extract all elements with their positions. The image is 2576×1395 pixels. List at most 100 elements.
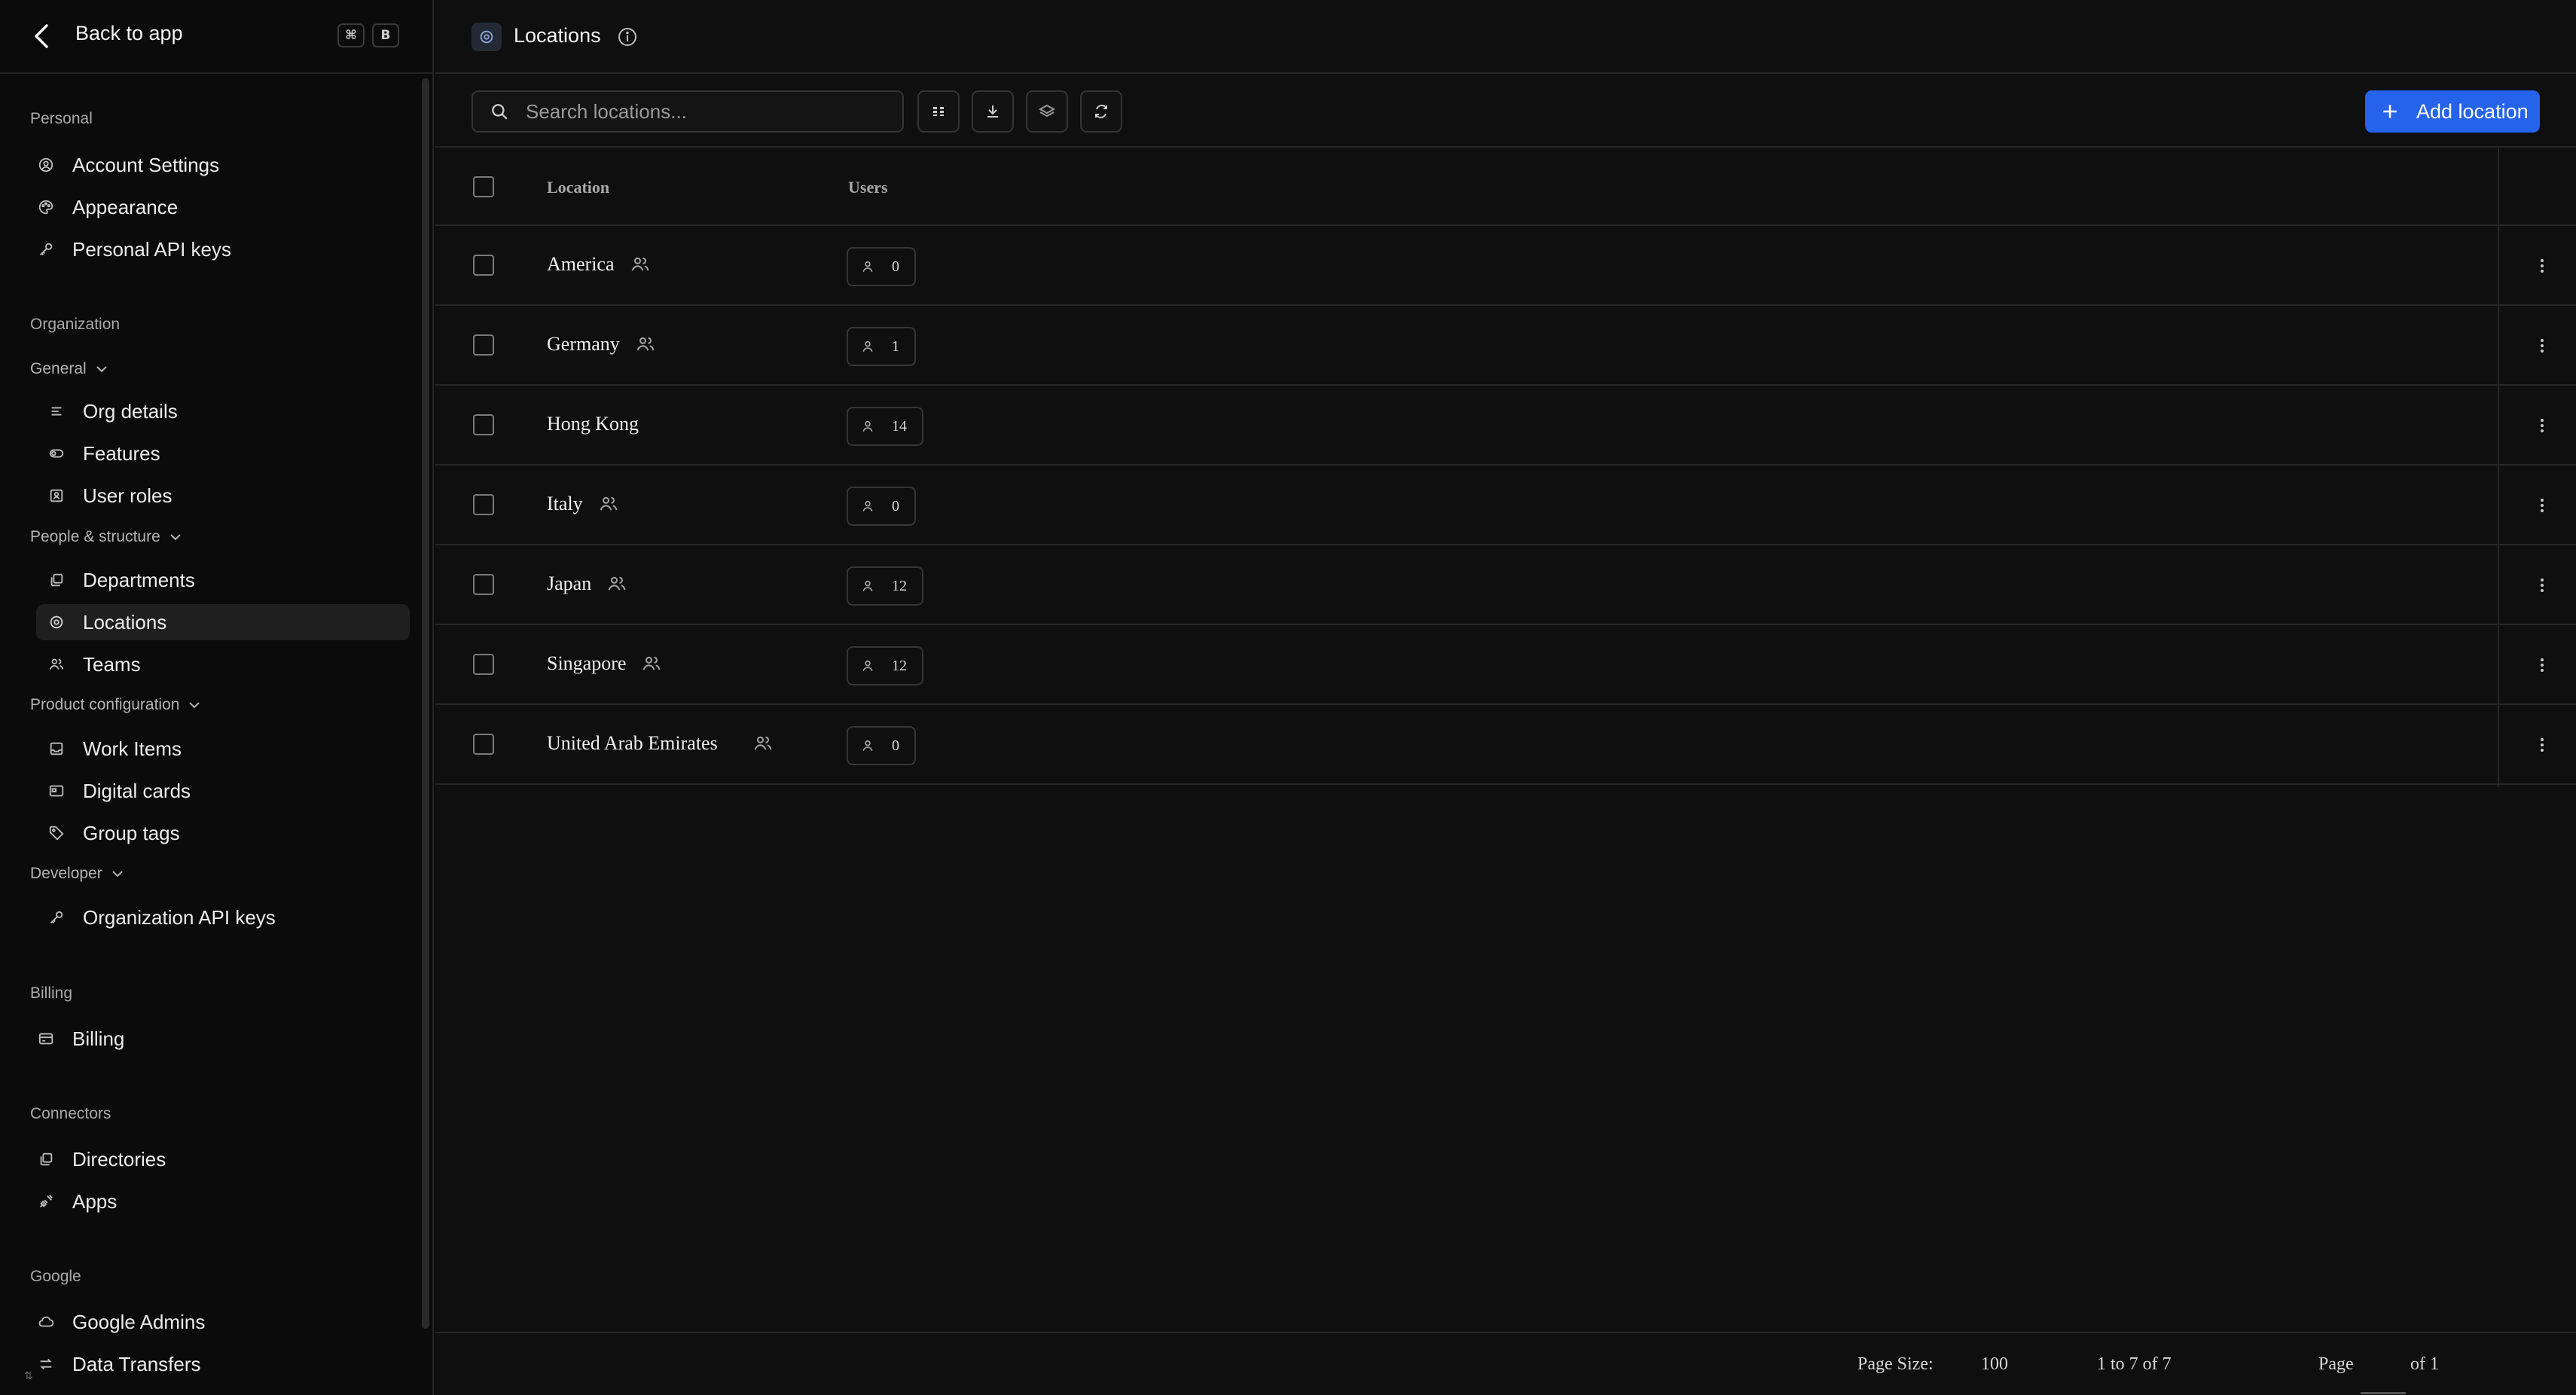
download-button[interactable]	[972, 90, 1014, 133]
row-actions-icon[interactable]	[2531, 734, 2553, 756]
user-count-badge[interactable]: 12	[847, 646, 923, 685]
sidebar-item-appearance[interactable]: Appearance	[30, 189, 407, 225]
sidebar-item-label: Locations	[83, 610, 167, 633]
group-label: People & structure	[30, 528, 160, 545]
sidebar-scrollbar[interactable]	[422, 78, 429, 1329]
group-label: General	[30, 360, 87, 377]
sidebar-item-label: User roles	[83, 484, 172, 507]
row-checkbox[interactable]	[473, 255, 494, 276]
sidebar-item-digital-cards[interactable]: Digital cards	[36, 773, 410, 809]
select-all-checkbox[interactable]	[473, 176, 494, 197]
sidebar-item-data-transfers[interactable]: Data Transfers	[30, 1346, 407, 1382]
search-input[interactable]	[526, 99, 887, 124]
row-actions-icon[interactable]	[2531, 414, 2553, 437]
user-count-badge[interactable]: 12	[847, 566, 923, 606]
sidebar-item-google-admins[interactable]: Google Admins	[30, 1304, 407, 1340]
column-header-location[interactable]: Location	[547, 178, 609, 197]
back-to-app-link[interactable]: Back to app	[75, 22, 183, 45]
user-count-badge[interactable]: 1	[847, 327, 916, 366]
columns-button[interactable]	[917, 90, 960, 133]
row-actions-icon[interactable]	[2531, 255, 2553, 277]
page-header: Locations	[435, 0, 2576, 74]
row-checkbox[interactable]	[473, 734, 494, 755]
sidebar-item-locations[interactable]: Locations	[36, 604, 410, 640]
users-icon	[608, 576, 626, 591]
row-actions-icon[interactable]	[2531, 574, 2553, 597]
users-icon	[754, 736, 772, 750]
id-badge-icon	[47, 486, 66, 505]
sidebar-item-label: Account Settings	[72, 153, 220, 176]
row-checkbox[interactable]	[473, 574, 494, 595]
row-checkbox[interactable]	[473, 334, 494, 356]
info-icon[interactable]	[616, 26, 639, 48]
row-checkbox[interactable]	[473, 414, 494, 435]
sidebar-item-departments[interactable]: Departments	[36, 562, 410, 598]
users-icon	[642, 656, 661, 670]
table-row[interactable]: Hong Kong 14	[435, 386, 2576, 466]
section-organization: Organization	[30, 316, 121, 333]
refresh-button[interactable]	[1080, 90, 1122, 133]
add-location-button[interactable]: Add location	[2365, 90, 2540, 133]
row-checkbox[interactable]	[473, 654, 494, 675]
group-general-toggle[interactable]: General	[30, 360, 109, 378]
chevron-down-icon	[170, 534, 181, 541]
location-cell: United Arab Emirates	[547, 732, 774, 755]
user-icon	[862, 500, 873, 511]
column-header-users[interactable]: Users	[848, 178, 888, 197]
user-count-badge[interactable]: 0	[847, 247, 916, 286]
location-name: Japan	[547, 572, 592, 594]
sidebar-item-work-items[interactable]: Work Items	[36, 731, 410, 767]
card-icon	[47, 781, 66, 801]
user-count-badge[interactable]: 0	[847, 487, 916, 526]
sidebar-item-group-tags[interactable]: Group tags	[36, 815, 410, 851]
table-row[interactable]: America 0	[435, 226, 2576, 306]
sidebar-item-account-settings[interactable]: Account Settings	[30, 147, 407, 183]
table-toolbar: Add location	[435, 74, 2576, 148]
group-product-toggle[interactable]: Product configuration	[30, 696, 202, 714]
download-icon	[987, 105, 998, 118]
sidebar-item-org-api-keys[interactable]: Organization API keys	[36, 899, 410, 936]
sidebar-item-label: Features	[83, 441, 160, 465]
user-icon	[862, 580, 873, 591]
page-title: Locations	[514, 24, 601, 47]
row-actions-icon[interactable]	[2531, 334, 2553, 357]
sidebar-item-directories[interactable]: Directories	[30, 1141, 407, 1177]
sidebar-item-teams[interactable]: Teams	[36, 646, 410, 682]
table-row[interactable]: Japan 12	[435, 545, 2576, 625]
user-count-badge[interactable]: 14	[847, 407, 923, 446]
sidebar-item-personal-api-keys[interactable]: Personal API keys	[30, 231, 407, 267]
table-row[interactable]: Singapore 12	[435, 625, 2576, 705]
chevron-left-icon[interactable]	[32, 23, 53, 50]
table-row[interactable]: Germany 1	[435, 306, 2576, 386]
table-row[interactable]: Italy 0	[435, 466, 2576, 545]
location-cell: America	[547, 253, 651, 276]
user-icon	[862, 420, 873, 432]
sidebar-item-apps[interactable]: Apps	[30, 1183, 407, 1219]
group-people-toggle[interactable]: People & structure	[30, 528, 183, 546]
section-google: Google	[30, 1268, 81, 1285]
credit-card-icon	[36, 1029, 56, 1049]
key-icon	[36, 240, 56, 259]
layers-copy-icon	[47, 570, 66, 590]
row-checkbox[interactable]	[473, 494, 494, 515]
sidebar-item-label: Organization API keys	[83, 905, 276, 929]
sidebar-item-user-roles[interactable]: User roles	[36, 478, 410, 514]
plug-icon	[36, 1192, 56, 1211]
section-connectors: Connectors	[30, 1105, 111, 1122]
add-location-label: Add location	[2416, 99, 2529, 123]
page-number-input[interactable]	[2361, 1392, 2406, 1394]
row-actions-icon[interactable]	[2531, 494, 2553, 517]
sidebar-item-billing[interactable]: Billing	[30, 1021, 407, 1057]
user-count-badge[interactable]: 0	[847, 726, 916, 765]
location-name: Italy	[547, 493, 583, 514]
table-header: Location Users	[435, 148, 2576, 226]
sidebar-item-label: Org details	[83, 399, 178, 423]
layers-button[interactable]	[1026, 90, 1068, 133]
table-row[interactable]: United Arab Emirates 0	[435, 705, 2576, 785]
row-actions-icon[interactable]	[2531, 654, 2553, 676]
sidebar-item-features[interactable]: Features	[36, 435, 410, 472]
group-developer-toggle[interactable]: Developer	[30, 865, 125, 883]
sidebar-item-org-details[interactable]: Org details	[36, 393, 410, 429]
page-size-select[interactable]: 100	[1981, 1354, 2008, 1375]
users-icon	[47, 655, 66, 674]
